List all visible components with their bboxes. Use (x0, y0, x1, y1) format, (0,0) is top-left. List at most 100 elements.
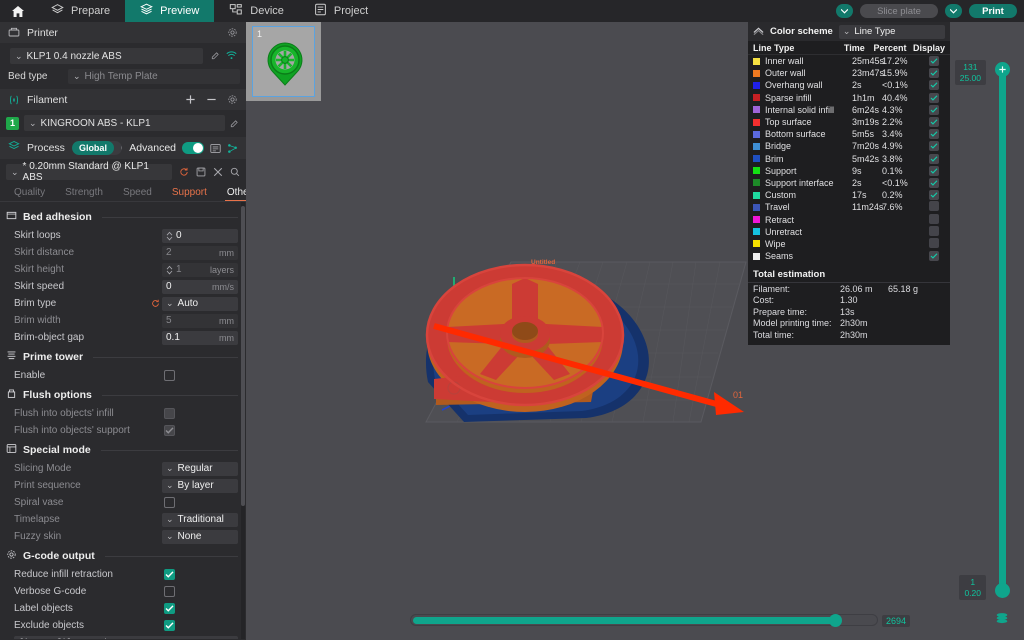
legend-display-checkbox[interactable] (928, 165, 939, 176)
layer-slider-track[interactable] (999, 66, 1006, 594)
scope-global-button[interactable]: Global (71, 141, 114, 155)
gcode-icon (6, 549, 17, 563)
edit-icon[interactable] (230, 118, 240, 128)
moves-slider-knob[interactable] (829, 614, 842, 627)
print-button[interactable]: Print (969, 4, 1017, 18)
setting-input[interactable]: 0 mm/s (162, 279, 238, 294)
legend-display-checkbox[interactable] (928, 104, 939, 115)
chevron-up-icon[interactable] (753, 27, 764, 36)
edit-icon[interactable] (211, 50, 221, 60)
wifi-icon[interactable] (226, 50, 237, 60)
legend-display-cell (922, 141, 945, 152)
setting-label: Reduce infill retraction (14, 569, 113, 580)
setting-checkbox[interactable] (164, 408, 175, 419)
tab-project[interactable]: Project (299, 0, 383, 22)
print-dropdown-caret[interactable] (945, 4, 962, 18)
setting-input[interactable]: 0 (162, 228, 238, 243)
setting-checkbox[interactable] (164, 620, 175, 631)
filament-section-title: Filament (27, 93, 68, 106)
tab-prepare[interactable]: Prepare (36, 0, 125, 22)
legend-display-checkbox[interactable] (928, 190, 939, 201)
legend-display-checkbox[interactable] (928, 117, 939, 128)
setting-checkbox[interactable] (164, 603, 175, 614)
legend-percent: 2.2% (882, 117, 903, 128)
setting-input[interactable]: 5 mm (162, 313, 238, 328)
setting-label: Exclude objects (14, 620, 85, 631)
setting-checkbox[interactable] (164, 569, 175, 580)
checkbox-holder (162, 408, 238, 419)
process-preset-combo[interactable]: ⌄ * 0.20mm Standard @ KLP1 ABS (6, 161, 172, 183)
reset-icon[interactable] (179, 167, 189, 177)
tab-device[interactable]: Device (214, 0, 299, 22)
checkbox-holder (162, 569, 238, 580)
list-icon[interactable] (210, 143, 221, 154)
setting-dropdown[interactable]: ⌄ By layer (162, 478, 238, 493)
layer-slider-top-knob[interactable] (995, 62, 1010, 77)
legend-display-checkbox[interactable] (928, 153, 939, 164)
advanced-toggle[interactable] (182, 142, 204, 154)
minus-icon[interactable] (206, 94, 217, 105)
search-icon[interactable] (230, 167, 240, 177)
gear-icon[interactable] (227, 94, 238, 105)
setting-checkbox[interactable] (164, 497, 175, 508)
compare-icon[interactable] (227, 143, 238, 154)
setting-value: 0.1 (166, 332, 180, 343)
moves-slider[interactable] (410, 614, 878, 627)
legend-display-checkbox[interactable] (928, 141, 939, 152)
slice-plate-button[interactable]: Slice plate (860, 4, 938, 18)
setting-input[interactable]: 2 mm (162, 245, 238, 260)
legend-display-checkbox[interactable] (928, 225, 939, 236)
legend-display-checkbox[interactable] (928, 237, 939, 248)
setting-input[interactable]: 0.1 mm (162, 330, 238, 345)
legend-display-checkbox[interactable] (928, 129, 939, 140)
filament-preset-combo[interactable]: ⌄ KINGROON ABS - KLP1 (24, 115, 225, 131)
setting-dropdown[interactable]: ⌄ Regular (162, 461, 238, 476)
plus-icon[interactable] (185, 94, 196, 105)
process-tab-speed[interactable]: Speed (113, 187, 162, 201)
stepper-arrows[interactable] (166, 265, 173, 275)
filament-index-badge[interactable]: 1 (6, 116, 19, 130)
layers-view-icon[interactable] (994, 611, 1010, 627)
bed-type-combo[interactable]: ⌄ High Temp Plate (68, 69, 240, 84)
reset-value-icon[interactable] (148, 299, 162, 308)
legend-display-checkbox[interactable] (928, 92, 939, 103)
process-tab-strength[interactable]: Strength (55, 187, 113, 201)
printer-preset-combo[interactable]: ⌄ KLP1 0.4 nozzle ABS (10, 48, 203, 64)
legend-line-type: Support (765, 165, 797, 176)
divider (101, 394, 238, 396)
legend-percent: 40.4% (882, 92, 908, 103)
gear-icon[interactable] (227, 27, 238, 38)
setting-dropdown[interactable]: ⌄ None (162, 529, 238, 544)
checkbox-holder (162, 586, 238, 597)
home-icon[interactable] (0, 0, 36, 22)
process-tab-quality[interactable]: Quality (4, 187, 55, 201)
stepper-arrows[interactable] (166, 231, 173, 241)
process-tab-others[interactable]: Others (217, 187, 246, 201)
legend-display-checkbox[interactable] (928, 201, 939, 212)
save-icon[interactable] (196, 167, 206, 177)
gcode-filename-input[interactable]: {input_filename_ba (14, 636, 238, 639)
setting-dropdown[interactable]: ⌄ Traditional (162, 512, 238, 527)
legend-display-checkbox[interactable] (928, 68, 939, 79)
legend-display-checkbox[interactable] (928, 80, 939, 91)
legend-row: Inner wall 25m45s 17.2% (748, 55, 950, 67)
legend-percent: <0.1% (882, 177, 908, 188)
color-scheme-combo[interactable]: ⌄ Line Type (838, 24, 945, 39)
close-icon[interactable] (213, 167, 223, 177)
setting-dropdown[interactable]: ⌄ Auto (162, 296, 238, 311)
setting-input[interactable]: 1 layers (162, 262, 238, 277)
settings-scrollbar[interactable] (241, 206, 245, 506)
slice-dropdown-caret[interactable] (836, 4, 853, 18)
legend-display-checkbox[interactable] (928, 177, 939, 188)
process-tab-support[interactable]: Support (162, 187, 217, 201)
tab-preview[interactable]: Preview (125, 0, 215, 22)
settings-list[interactable]: Bed adhesion Skirt loops 0 Skirt distance 2 m… (0, 202, 246, 639)
legend-display-checkbox[interactable] (928, 251, 939, 262)
layer-slider-bottom-knob[interactable] (995, 583, 1010, 598)
setting-checkbox[interactable] (164, 586, 175, 597)
setting-checkbox[interactable] (164, 370, 175, 381)
legend-display-checkbox[interactable] (928, 213, 939, 224)
legend-display-checkbox[interactable] (928, 56, 939, 67)
setting-checkbox[interactable] (164, 425, 175, 436)
scope-objects-button[interactable]: Objects (114, 141, 122, 155)
